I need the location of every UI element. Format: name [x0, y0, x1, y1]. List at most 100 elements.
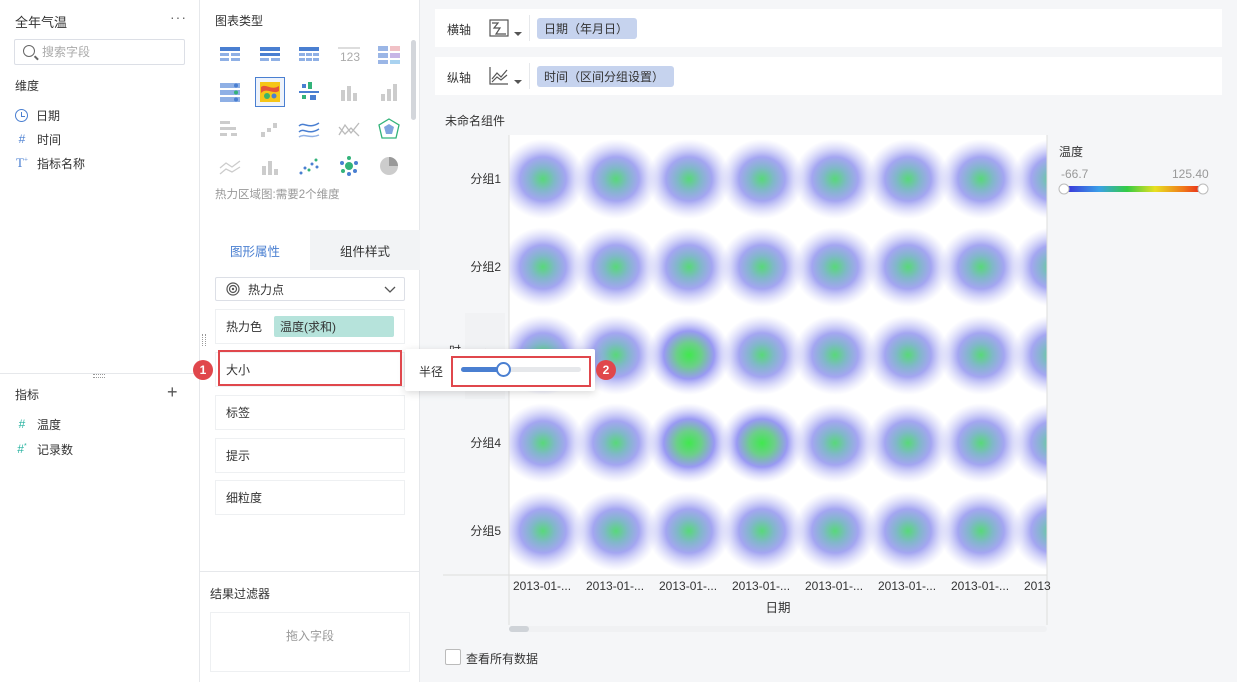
horizontal-scrollbar-track[interactable]	[509, 626, 1047, 632]
scatter-chart-icon[interactable]	[294, 151, 324, 181]
horizontal-bar-icon[interactable]	[215, 114, 245, 144]
heat-point	[509, 139, 585, 219]
dimension-item-date[interactable]: 日期	[15, 105, 60, 125]
annotation-box-radius	[451, 356, 591, 387]
filter-drop-placeholder: 拖入字段	[285, 629, 334, 643]
annotation-badge-2: 2	[596, 360, 616, 380]
kpi-number-icon[interactable]: 123	[334, 40, 364, 70]
heat-point	[720, 227, 804, 307]
heat-point	[866, 315, 950, 395]
heat-point	[939, 315, 1023, 395]
x-tick-label: 2013-01-...	[513, 579, 571, 593]
heatmap-area-icon[interactable]	[255, 77, 285, 107]
legend-max-value: 125.40	[1172, 167, 1209, 181]
resize-handle[interactable]	[93, 374, 105, 378]
label-prop[interactable]: 标签	[215, 395, 405, 430]
dataset-title: 全年气温	[15, 15, 68, 30]
table-icon[interactable]	[215, 40, 245, 70]
column-chart-grey-icon[interactable]	[374, 77, 404, 107]
tab-component-style[interactable]: 组件样式	[310, 230, 420, 270]
heat-color-label: 热力色	[226, 320, 263, 334]
filter-drop-zone[interactable]: 拖入字段	[210, 612, 410, 672]
heat-point	[574, 491, 658, 571]
legend-title: 温度	[1059, 145, 1084, 159]
legend-min-handle[interactable]	[1058, 183, 1070, 195]
cross-table-icon[interactable]	[255, 40, 285, 70]
x-tick-label: 2013-01-...	[659, 579, 717, 593]
metric-label: 温度	[37, 417, 62, 432]
x-axis-label: 横轴	[447, 23, 472, 37]
grouped-table-icon[interactable]	[294, 40, 324, 70]
view-all-data-checkbox[interactable]	[445, 649, 461, 665]
waterfall-icon[interactable]	[255, 114, 285, 144]
heat-point	[866, 491, 950, 571]
radar-chart-icon[interactable]	[374, 114, 404, 144]
granularity-label: 细粒度	[226, 491, 263, 505]
more-icon[interactable]: ···	[170, 9, 187, 25]
pie-chart-icon[interactable]	[374, 151, 404, 181]
y-axis-field-pill[interactable]: 时间（区间分组设置）	[537, 66, 674, 87]
legend-max-handle[interactable]	[1197, 183, 1209, 195]
dimensions-title: 维度	[15, 79, 40, 93]
granularity-prop[interactable]: 细粒度	[215, 480, 405, 515]
metric-item-temperature[interactable]: # 温度	[15, 414, 61, 434]
horizontal-scrollbar-thumb[interactable]	[509, 626, 529, 632]
annotation-badge-1: 1	[193, 360, 213, 380]
x-tick-label: 2013-01-...	[586, 579, 644, 593]
metrics-title: 指标	[15, 388, 40, 402]
heat-point	[939, 139, 1023, 219]
heat-point	[720, 139, 804, 219]
area-chart-icon[interactable]	[215, 151, 245, 181]
heat-color-field-pill[interactable]: 温度(求和)	[274, 316, 395, 337]
heat-point	[939, 227, 1023, 307]
annotation-box-size	[218, 350, 402, 386]
box-plot-icon[interactable]	[294, 77, 324, 107]
chevron-down-icon	[384, 286, 396, 293]
search-input[interactable]	[42, 43, 182, 61]
bar-chart-grey-icon[interactable]	[334, 77, 364, 107]
mark-type-select[interactable]: 热力点	[215, 277, 405, 301]
chart-types-scrollbar[interactable]	[411, 40, 416, 120]
x-axis-field-pill[interactable]: 日期（年月日）	[537, 18, 637, 39]
panel-resize-handle[interactable]	[202, 334, 206, 346]
heat-point	[647, 139, 731, 219]
dimension-item-time[interactable]: # 时间	[15, 129, 61, 149]
x-axis-bar: 横轴 日期（年月日）	[435, 9, 1222, 47]
color-legend-bar	[1058, 183, 1209, 195]
radius-label: 半径	[419, 365, 444, 379]
label-prop-label: 标签	[226, 406, 251, 420]
heat-point	[574, 227, 658, 307]
tooltip-label: 提示	[226, 449, 251, 463]
heat-point	[793, 139, 877, 219]
bubble-cluster-icon[interactable]	[334, 151, 364, 181]
heat-point	[793, 227, 877, 307]
tab-graphic-properties[interactable]: 图形属性	[200, 230, 310, 270]
heat-point	[509, 227, 585, 307]
search-field-box[interactable]	[14, 39, 185, 65]
x-axis-chart-icon[interactable]	[489, 17, 525, 41]
y-axis-label: 纵轴	[447, 71, 472, 85]
line-chart-icon[interactable]	[294, 114, 324, 144]
metric-item-record-count[interactable]: #* 记录数	[15, 439, 73, 459]
hash-star-icon: #*	[17, 442, 27, 456]
y-tick-label: 分组2	[470, 260, 501, 274]
chart-type-hint: 热力区域图:需要2个维度	[215, 189, 340, 201]
heat-point	[866, 139, 950, 219]
dimension-item-metric-name[interactable]: T+ 指标名称	[15, 153, 85, 173]
heat-point	[720, 403, 804, 483]
filter-divider	[200, 571, 420, 572]
y-tick-label: 分组4	[470, 436, 501, 450]
y-tick-label: 分组5	[470, 524, 501, 538]
add-metric-icon[interactable]: +	[167, 382, 178, 403]
kpi-table-icon[interactable]	[374, 40, 404, 70]
clock-icon	[15, 108, 28, 122]
polyline-chart-icon[interactable]	[334, 114, 364, 144]
tooltip-prop[interactable]: 提示	[215, 438, 405, 473]
heat-point	[647, 491, 731, 571]
dashboard-list-icon[interactable]	[215, 77, 245, 107]
heat-point	[866, 227, 950, 307]
heat-point	[793, 315, 877, 395]
stacked-column-icon[interactable]	[255, 151, 285, 181]
heat-color-prop[interactable]: 热力色 温度(求和)	[215, 309, 405, 344]
y-axis-chart-icon[interactable]	[489, 65, 525, 89]
